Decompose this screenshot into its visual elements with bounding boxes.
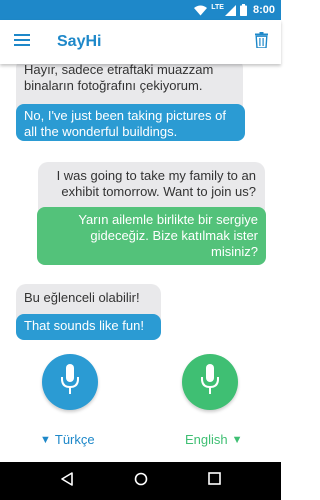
home-icon[interactable] [134, 472, 148, 491]
language-select-right[interactable]: English ▼ [185, 432, 243, 447]
dropdown-arrow-icon: ▼ [231, 433, 243, 446]
mic-button-turkish[interactable] [42, 354, 98, 410]
message-original-text: Bu eğlenceli olabilir! [24, 290, 140, 305]
conversation-list[interactable]: Hayır, sadece etraftaki muazzam binaları… [0, 64, 281, 350]
dropdown-arrow-icon: ▼ [40, 433, 51, 446]
message-translation-bubble[interactable]: That sounds like fun! [16, 314, 161, 340]
recents-icon[interactable] [208, 472, 221, 490]
wifi-icon [194, 5, 208, 16]
menu-button[interactable] [0, 20, 44, 64]
menu-icon [14, 33, 30, 51]
back-icon[interactable] [60, 471, 74, 491]
battery-icon [239, 4, 247, 16]
app-bar: SayHi [0, 20, 281, 64]
microphone-icon [60, 363, 80, 401]
delete-conversation-button[interactable] [241, 20, 281, 64]
language-label-right: English [185, 432, 228, 447]
language-select-left[interactable]: ▼ Türkçe [40, 432, 95, 447]
system-nav-bar [0, 462, 281, 500]
message-translation-bubble[interactable]: Yarın ailemle birlikte bir sergiye gidec… [37, 207, 266, 265]
microphone-icon [200, 363, 220, 401]
lte-label: LTE [211, 4, 224, 11]
message-original-text: Hayır, sadece etraftaki muazzam binaları… [24, 64, 214, 93]
microphone-row [0, 352, 281, 428]
status-bar: LTE 8:00 [0, 0, 281, 20]
trash-icon [254, 31, 268, 53]
language-label-left: Türkçe [54, 432, 95, 447]
app-title: SayHi [57, 33, 102, 50]
status-time: 8:00 [252, 4, 275, 16]
signal-icon [224, 4, 236, 16]
message-translation-bubble[interactable]: No, I've just been taking pictures of al… [16, 104, 245, 141]
message-original-text: I was going to take my family to an exhi… [56, 168, 256, 199]
mic-button-english[interactable] [182, 354, 238, 410]
